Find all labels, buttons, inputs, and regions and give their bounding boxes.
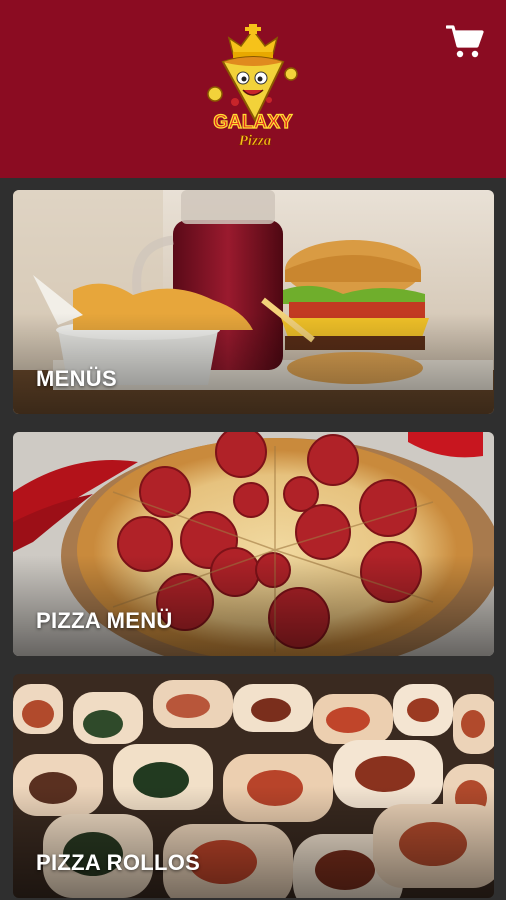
category-label: PIZZA MENÜ [36, 608, 173, 633]
shopping-cart-icon[interactable] [446, 24, 484, 60]
category-card-menus[interactable]: MENÜS [13, 190, 494, 414]
category-label: PIZZA ROLLOS [36, 850, 201, 875]
category-label: MENÜS [36, 366, 117, 391]
svg-text:GALAXY: GALAXY [213, 112, 293, 133]
galaxy-pizza-logo: GALAXY Pizza [207, 24, 298, 148]
category-card-pizza-menu[interactable]: PIZZA MENÜ [13, 432, 494, 656]
category-card-pizza-rollos[interactable]: PIZZA ROLLOS [13, 674, 494, 898]
app-header: GALAXY Pizza [0, 0, 506, 178]
svg-text:Pizza: Pizza [239, 133, 272, 148]
